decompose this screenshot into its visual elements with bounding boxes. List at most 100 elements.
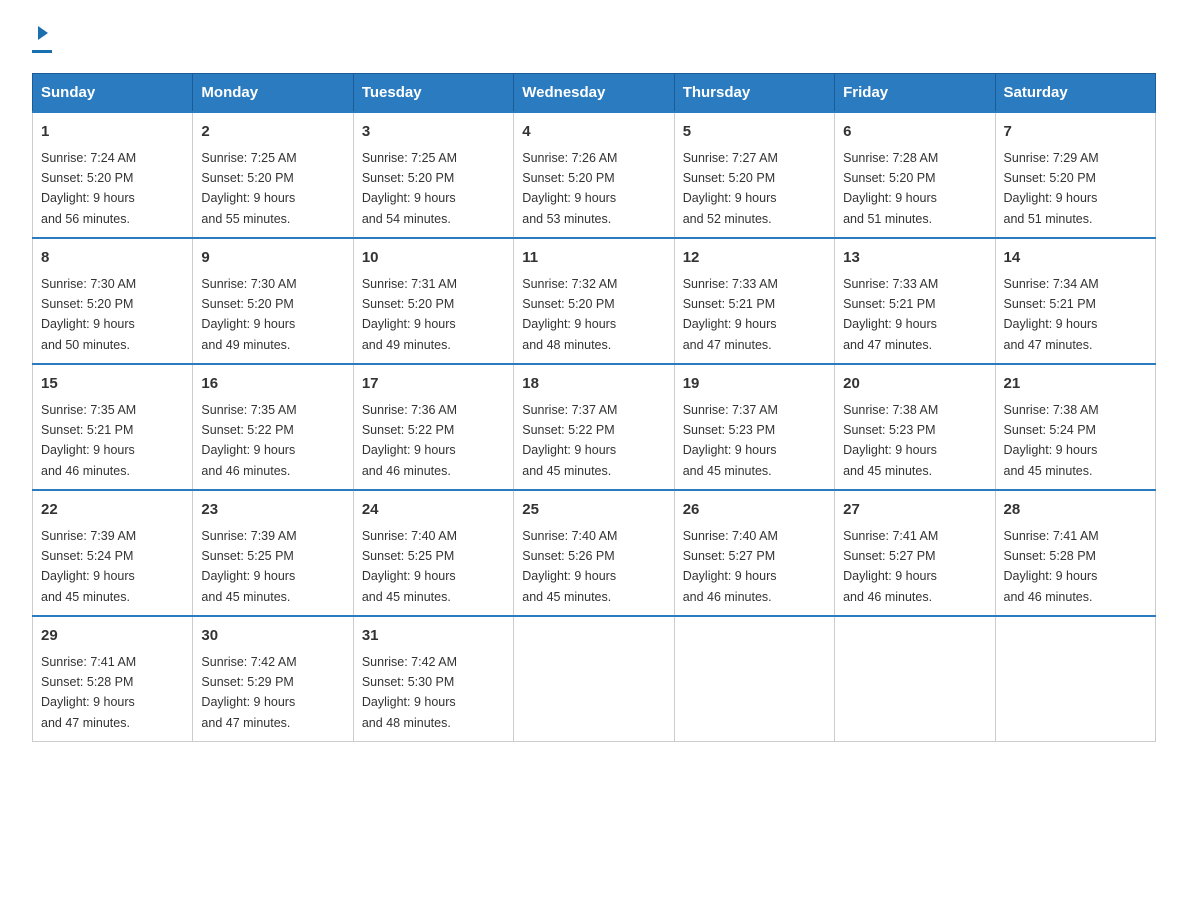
day-info: Sunrise: 7:25 AMSunset: 5:20 PMDaylight:… [362, 151, 457, 226]
day-header-thursday: Thursday [674, 74, 834, 113]
day-number: 12 [683, 247, 826, 270]
day-info: Sunrise: 7:32 AMSunset: 5:20 PMDaylight:… [522, 277, 617, 352]
day-info: Sunrise: 7:35 AMSunset: 5:22 PMDaylight:… [201, 403, 296, 478]
day-number: 26 [683, 499, 826, 522]
calendar-cell: 10 Sunrise: 7:31 AMSunset: 5:20 PMDayligh… [353, 238, 513, 364]
calendar-cell: 17 Sunrise: 7:36 AMSunset: 5:22 PMDayligh… [353, 364, 513, 490]
calendar-cell [835, 616, 995, 742]
day-info: Sunrise: 7:40 AMSunset: 5:25 PMDaylight:… [362, 529, 457, 604]
day-number: 19 [683, 373, 826, 396]
day-number: 15 [41, 373, 184, 396]
day-number: 9 [201, 247, 344, 270]
day-number: 10 [362, 247, 505, 270]
week-row-1: 1 Sunrise: 7:24 AMSunset: 5:20 PMDaylight… [33, 112, 1156, 238]
day-number: 22 [41, 499, 184, 522]
day-number: 13 [843, 247, 986, 270]
calendar-cell [995, 616, 1155, 742]
day-info: Sunrise: 7:30 AMSunset: 5:20 PMDaylight:… [41, 277, 136, 352]
day-number: 21 [1004, 373, 1147, 396]
days-header-row: SundayMondayTuesdayWednesdayThursdayFrid… [33, 74, 1156, 113]
day-header-friday: Friday [835, 74, 995, 113]
calendar-cell: 15 Sunrise: 7:35 AMSunset: 5:21 PMDayligh… [33, 364, 193, 490]
day-info: Sunrise: 7:37 AMSunset: 5:23 PMDaylight:… [683, 403, 778, 478]
day-info: Sunrise: 7:42 AMSunset: 5:29 PMDaylight:… [201, 655, 296, 730]
calendar-cell: 23 Sunrise: 7:39 AMSunset: 5:25 PMDayligh… [193, 490, 353, 616]
calendar-cell: 27 Sunrise: 7:41 AMSunset: 5:27 PMDayligh… [835, 490, 995, 616]
day-number: 14 [1004, 247, 1147, 270]
day-info: Sunrise: 7:31 AMSunset: 5:20 PMDaylight:… [362, 277, 457, 352]
calendar-cell: 4Sunrise: 7:26 AMSunset: 5:20 PMDaylight… [514, 112, 674, 238]
calendar-cell: 24Sunrise: 7:40 AMSunset: 5:25 PMDayligh… [353, 490, 513, 616]
calendar-cell: 8 Sunrise: 7:30 AMSunset: 5:20 PMDaylight… [33, 238, 193, 364]
day-number: 28 [1004, 499, 1147, 522]
day-number: 6 [843, 121, 986, 144]
logo-arrow-icon [34, 24, 52, 47]
calendar-cell: 28 Sunrise: 7:41 AMSunset: 5:28 PMDayligh… [995, 490, 1155, 616]
calendar-cell: 18 Sunrise: 7:37 AMSunset: 5:22 PMDayligh… [514, 364, 674, 490]
day-number: 17 [362, 373, 505, 396]
day-info: Sunrise: 7:33 AMSunset: 5:21 PMDaylight:… [683, 277, 778, 352]
day-info: Sunrise: 7:38 AMSunset: 5:24 PMDaylight:… [1004, 403, 1099, 478]
page-header [32, 24, 1156, 53]
calendar-cell: 29 Sunrise: 7:41 AMSunset: 5:28 PMDayligh… [33, 616, 193, 742]
calendar-cell: 7 Sunrise: 7:29 AMSunset: 5:20 PMDaylight… [995, 112, 1155, 238]
calendar-table: SundayMondayTuesdayWednesdayThursdayFrid… [32, 73, 1156, 742]
day-info: Sunrise: 7:41 AMSunset: 5:28 PMDaylight:… [41, 655, 136, 730]
day-number: 27 [843, 499, 986, 522]
day-info: Sunrise: 7:25 AMSunset: 5:20 PMDaylight:… [201, 151, 296, 226]
day-header-tuesday: Tuesday [353, 74, 513, 113]
day-info: Sunrise: 7:29 AMSunset: 5:20 PMDaylight:… [1004, 151, 1099, 226]
calendar-cell [674, 616, 834, 742]
day-info: Sunrise: 7:41 AMSunset: 5:27 PMDaylight:… [843, 529, 938, 604]
calendar-cell: 1 Sunrise: 7:24 AMSunset: 5:20 PMDaylight… [33, 112, 193, 238]
calendar-cell: 26Sunrise: 7:40 AMSunset: 5:27 PMDayligh… [674, 490, 834, 616]
day-info: Sunrise: 7:39 AMSunset: 5:25 PMDaylight:… [201, 529, 296, 604]
day-info: Sunrise: 7:33 AMSunset: 5:21 PMDaylight:… [843, 277, 938, 352]
day-header-wednesday: Wednesday [514, 74, 674, 113]
week-row-2: 8 Sunrise: 7:30 AMSunset: 5:20 PMDaylight… [33, 238, 1156, 364]
day-info: Sunrise: 7:24 AMSunset: 5:20 PMDaylight:… [41, 151, 136, 226]
calendar-cell: 13 Sunrise: 7:33 AMSunset: 5:21 PMDayligh… [835, 238, 995, 364]
day-info: Sunrise: 7:37 AMSunset: 5:22 PMDaylight:… [522, 403, 617, 478]
logo [32, 24, 52, 53]
calendar-cell [514, 616, 674, 742]
calendar-cell: 21 Sunrise: 7:38 AMSunset: 5:24 PMDayligh… [995, 364, 1155, 490]
calendar-cell: 30 Sunrise: 7:42 AMSunset: 5:29 PMDayligh… [193, 616, 353, 742]
day-number: 31 [362, 625, 505, 648]
day-number: 1 [41, 121, 184, 144]
calendar-cell: 25Sunrise: 7:40 AMSunset: 5:26 PMDayligh… [514, 490, 674, 616]
day-number: 29 [41, 625, 184, 648]
day-number: 3 [362, 121, 505, 144]
day-number: 8 [41, 247, 184, 270]
calendar-cell: 16 Sunrise: 7:35 AMSunset: 5:22 PMDayligh… [193, 364, 353, 490]
day-number: 18 [522, 373, 665, 396]
day-info: Sunrise: 7:41 AMSunset: 5:28 PMDaylight:… [1004, 529, 1099, 604]
week-row-4: 22 Sunrise: 7:39 AMSunset: 5:24 PMDayligh… [33, 490, 1156, 616]
day-info: Sunrise: 7:38 AMSunset: 5:23 PMDaylight:… [843, 403, 938, 478]
week-row-5: 29 Sunrise: 7:41 AMSunset: 5:28 PMDayligh… [33, 616, 1156, 742]
logo-underline [32, 50, 52, 53]
day-number: 30 [201, 625, 344, 648]
day-info: Sunrise: 7:28 AMSunset: 5:20 PMDaylight:… [843, 151, 938, 226]
calendar-cell: 3 Sunrise: 7:25 AMSunset: 5:20 PMDaylight… [353, 112, 513, 238]
day-info: Sunrise: 7:36 AMSunset: 5:22 PMDaylight:… [362, 403, 457, 478]
day-info: Sunrise: 7:40 AMSunset: 5:26 PMDaylight:… [522, 529, 617, 604]
day-number: 5 [683, 121, 826, 144]
day-info: Sunrise: 7:27 AMSunset: 5:20 PMDaylight:… [683, 151, 778, 226]
day-number: 16 [201, 373, 344, 396]
calendar-cell: 11 Sunrise: 7:32 AMSunset: 5:20 PMDayligh… [514, 238, 674, 364]
calendar-cell: 20 Sunrise: 7:38 AMSunset: 5:23 PMDayligh… [835, 364, 995, 490]
day-header-sunday: Sunday [33, 74, 193, 113]
day-info: Sunrise: 7:39 AMSunset: 5:24 PMDaylight:… [41, 529, 136, 604]
calendar-cell: 22 Sunrise: 7:39 AMSunset: 5:24 PMDayligh… [33, 490, 193, 616]
day-number: 7 [1004, 121, 1147, 144]
day-info: Sunrise: 7:30 AMSunset: 5:20 PMDaylight:… [201, 277, 296, 352]
day-number: 11 [522, 247, 665, 270]
calendar-cell: 19 Sunrise: 7:37 AMSunset: 5:23 PMDayligh… [674, 364, 834, 490]
day-info: Sunrise: 7:26 AMSunset: 5:20 PMDaylight:… [522, 151, 617, 226]
day-number: 20 [843, 373, 986, 396]
calendar-cell: 31Sunrise: 7:42 AMSunset: 5:30 PMDayligh… [353, 616, 513, 742]
day-info: Sunrise: 7:35 AMSunset: 5:21 PMDaylight:… [41, 403, 136, 478]
week-row-3: 15 Sunrise: 7:35 AMSunset: 5:21 PMDayligh… [33, 364, 1156, 490]
day-number: 23 [201, 499, 344, 522]
